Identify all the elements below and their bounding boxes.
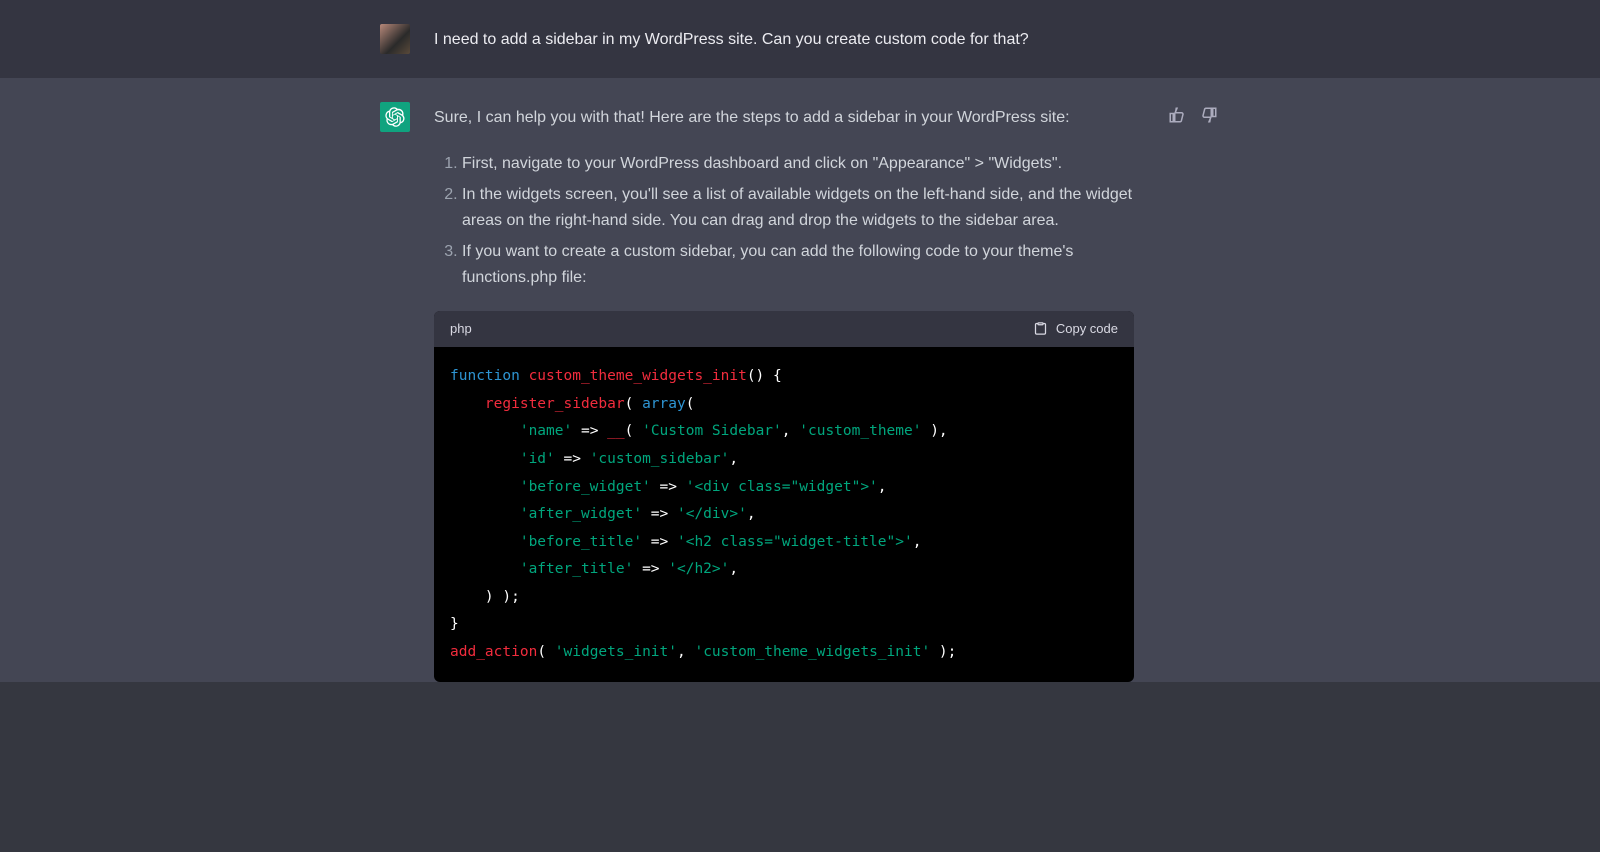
code-token: => <box>555 451 590 467</box>
code-body[interactable]: function custom_theme_widgets_init() { r… <box>434 347 1134 682</box>
code-token: ( <box>625 423 642 439</box>
code-token: , <box>729 561 738 577</box>
assistant-message-row: Sure, I can help you with that! Here are… <box>0 78 1600 682</box>
code-block: php Copy code function custom_theme_widg… <box>434 311 1134 683</box>
code-token <box>450 423 520 439</box>
copy-code-button[interactable]: Copy code <box>1033 319 1118 340</box>
code-token <box>450 451 520 467</box>
feedback-buttons <box>1166 104 1220 682</box>
code-token: , <box>878 479 887 495</box>
assistant-avatar <box>380 102 410 132</box>
code-token: => <box>642 506 677 522</box>
code-token: 'custom_theme_widgets_init' <box>694 644 930 660</box>
code-lang-label: php <box>450 319 472 340</box>
code-token: , <box>782 423 799 439</box>
code-token <box>450 534 520 550</box>
user-message: I need to add a sidebar in my WordPress … <box>380 24 1220 54</box>
code-token: => <box>633 561 668 577</box>
code-token: ) ); <box>450 589 520 605</box>
thumbs-down-icon <box>1200 106 1218 124</box>
user-message-row: I need to add a sidebar in my WordPress … <box>0 0 1600 78</box>
copy-code-label: Copy code <box>1056 319 1118 340</box>
code-token: 'custom_sidebar' <box>590 451 730 467</box>
code-token: () { <box>747 368 782 384</box>
assistant-message: Sure, I can help you with that! Here are… <box>380 102 1220 682</box>
code-token: 'widgets_init' <box>555 644 677 660</box>
code-token: '<div class="widget">' <box>686 479 878 495</box>
code-token: 'before_title' <box>520 534 642 550</box>
code-token: } <box>450 616 459 632</box>
code-token <box>450 479 520 495</box>
code-token <box>450 561 520 577</box>
step-item: In the widgets screen, you'll see a list… <box>462 182 1134 233</box>
code-token: add_action <box>450 644 537 660</box>
code-token: ( <box>537 644 554 660</box>
code-token: '</h2>' <box>668 561 729 577</box>
code-token: , <box>729 451 738 467</box>
code-token <box>450 396 485 412</box>
code-token: => <box>642 534 677 550</box>
code-token: 'before_widget' <box>520 479 651 495</box>
step-item: If you want to create a custom sidebar, … <box>462 239 1134 290</box>
thumbs-down-button[interactable] <box>1198 104 1220 126</box>
code-token <box>520 368 529 384</box>
code-token: => <box>651 479 686 495</box>
code-token: ); <box>930 644 956 660</box>
code-token: custom_theme_widgets_init <box>529 368 747 384</box>
user-message-text: I need to add a sidebar in my WordPress … <box>434 24 1220 54</box>
code-token <box>450 506 520 522</box>
code-token: __ <box>607 423 624 439</box>
code-header: php Copy code <box>434 311 1134 348</box>
assistant-intro: Sure, I can help you with that! Here are… <box>434 105 1134 131</box>
step-item: First, navigate to your WordPress dashbo… <box>462 151 1134 177</box>
code-token: 'name' <box>520 423 572 439</box>
assistant-message-body: Sure, I can help you with that! Here are… <box>434 102 1134 682</box>
user-avatar <box>380 24 410 54</box>
steps-list: First, navigate to your WordPress dashbo… <box>434 151 1134 291</box>
thumbs-up-button[interactable] <box>1166 104 1188 126</box>
code-token: , <box>747 506 756 522</box>
code-token: '</div>' <box>677 506 747 522</box>
code-token: array <box>642 396 686 412</box>
code-token: 'after_title' <box>520 561 634 577</box>
code-token: ( <box>625 396 642 412</box>
code-token: , <box>913 534 922 550</box>
code-token: register_sidebar <box>485 396 625 412</box>
code-token: 'Custom Sidebar' <box>642 423 782 439</box>
thumbs-up-icon <box>1168 106 1186 124</box>
clipboard-icon <box>1033 321 1048 336</box>
code-token: 'id' <box>520 451 555 467</box>
code-token: => <box>572 423 607 439</box>
code-token: 'custom_theme' <box>799 423 921 439</box>
code-token: function <box>450 368 520 384</box>
openai-logo-icon <box>385 107 405 127</box>
code-token: , <box>677 644 694 660</box>
code-token: 'after_widget' <box>520 506 642 522</box>
code-token: '<h2 class="widget-title">' <box>677 534 913 550</box>
code-token: ), <box>921 423 947 439</box>
code-token: ( <box>686 396 695 412</box>
